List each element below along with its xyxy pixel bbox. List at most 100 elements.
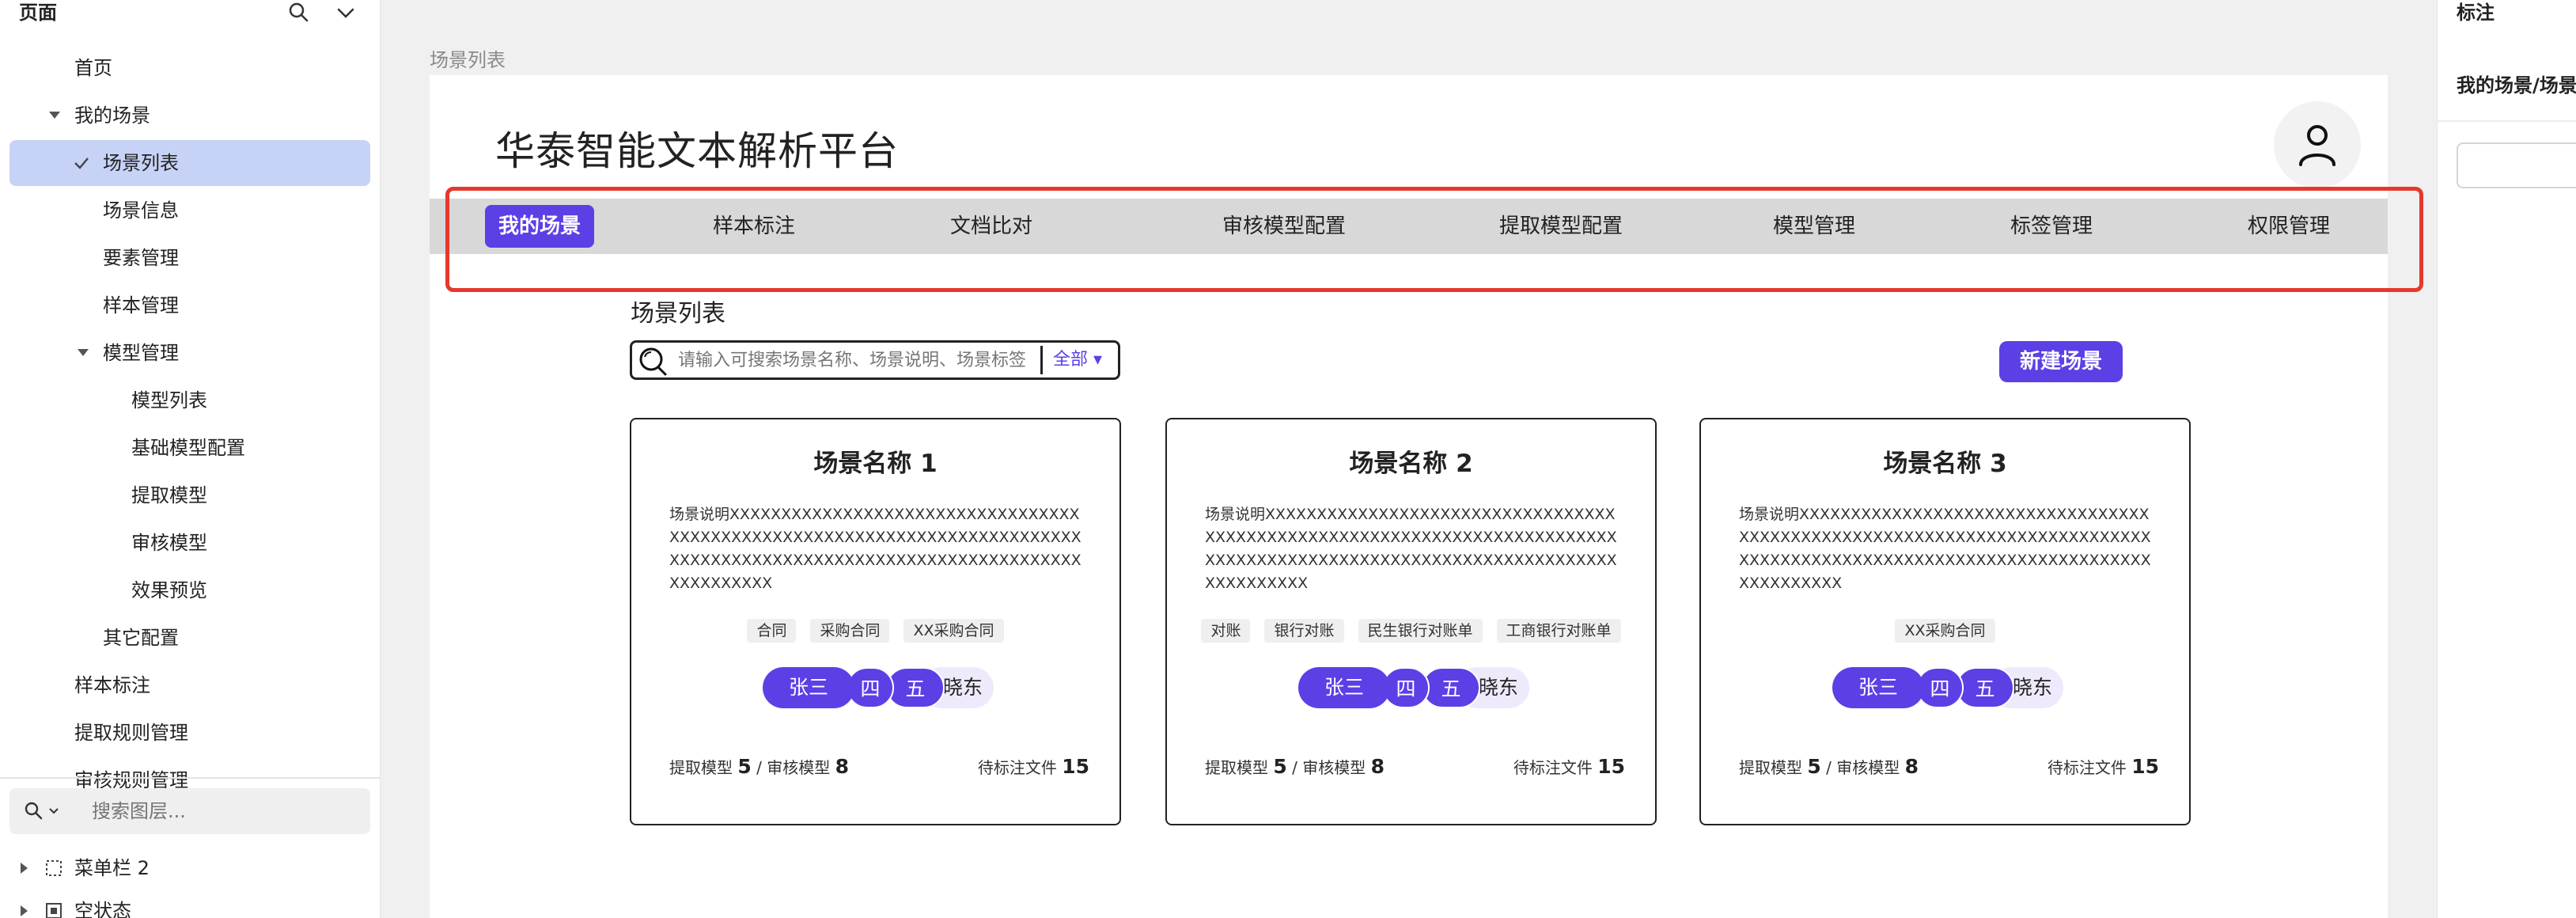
- page-tree-item-label: 场景信息: [103, 199, 179, 222]
- page-tree-item[interactable]: 要素管理: [9, 235, 370, 281]
- nav-tab-my-scenes[interactable]: 我的场景: [485, 205, 594, 248]
- scene-search-input[interactable]: [678, 343, 1026, 377]
- page-tree-item[interactable]: 提取规则管理: [9, 710, 370, 756]
- search-icon[interactable]: [286, 0, 310, 24]
- page-tree-item-label: 其它配置: [103, 627, 179, 649]
- scene-tag[interactable]: 对账: [1201, 619, 1251, 643]
- page-tree-item-label: 首页: [74, 57, 112, 79]
- pending-files-count: 15: [1597, 755, 1625, 778]
- nav-tab-review-model-config[interactable]: 审核模型配置: [1189, 205, 1379, 248]
- page-tree-item[interactable]: 提取模型: [9, 472, 370, 518]
- frame-label[interactable]: 场景列表: [430, 44, 506, 72]
- frame-icon: [46, 860, 62, 876]
- page-tree-item-label: 我的场景: [74, 104, 150, 127]
- nav-tab-doc-compare[interactable]: 文档比对: [936, 205, 1047, 248]
- search-filter-dropdown[interactable]: 全部 ▾: [1053, 343, 1102, 377]
- expand-triangle-icon[interactable]: [49, 112, 60, 119]
- review-model-label: / 审核模型: [1286, 758, 1366, 777]
- check-icon: [74, 157, 89, 169]
- member-avatar-group[interactable]: 晓东 五 四 张三: [1832, 667, 2063, 708]
- chevron-down-icon[interactable]: [47, 806, 60, 817]
- page-tree-item[interactable]: 首页: [9, 45, 370, 91]
- model-counts: 提取模型 5 / 审核模型 8: [669, 755, 849, 778]
- nav-tab-tag-management[interactable]: 标签管理: [1996, 205, 2107, 248]
- layer-label: 菜单栏 2: [74, 857, 150, 879]
- expand-triangle-icon[interactable]: [78, 349, 89, 356]
- component-icon: [46, 903, 62, 918]
- page-tree-item-label: 审核模型: [131, 532, 207, 554]
- pending-files-count: 15: [1062, 755, 1089, 778]
- member-avatar: 张三: [1832, 667, 1924, 708]
- nav-tab-sample-annotation[interactable]: 样本标注: [699, 205, 809, 248]
- scene-tag[interactable]: XX采购合同: [903, 619, 1004, 643]
- extract-model-count: 5: [737, 755, 752, 778]
- page-tree-item-label: 模型管理: [103, 342, 179, 364]
- nav-bar: 我的场景 样本标注 文档比对 审核模型配置 提取模型配置 模型管理 标签管理 权…: [430, 199, 2388, 254]
- review-model-count: 8: [835, 755, 849, 778]
- section-title: 场景列表: [631, 300, 725, 328]
- page-tree-item-label: 提取规则管理: [74, 722, 188, 744]
- annotation-input[interactable]: [2457, 142, 2576, 188]
- layer-row[interactable]: 空状态: [0, 890, 380, 918]
- scene-card[interactable]: 场景名称 1 场景说明XXXXXXXXXXXXXXXXXXXXXXXXXXXXX…: [630, 418, 1121, 825]
- page-tree-item[interactable]: 我的场景: [9, 93, 370, 138]
- layer-search-input[interactable]: [92, 788, 361, 834]
- chevron-down-icon[interactable]: [334, 2, 358, 25]
- page-tree-item[interactable]: 效果预览: [9, 567, 370, 613]
- scene-tag[interactable]: 民生银行对账单: [1358, 619, 1483, 643]
- extract-model-label: 提取模型: [1205, 758, 1268, 777]
- page-tree-item[interactable]: 审核模型: [9, 520, 370, 566]
- member-avatar: 五: [1956, 667, 2014, 708]
- pages-panel-title: 页面: [19, 2, 57, 24]
- panel-divider[interactable]: [0, 777, 380, 779]
- layer-search-box[interactable]: [9, 788, 370, 834]
- scene-card[interactable]: 场景名称 2 场景说明XXXXXXXXXXXXXXXXXXXXXXXXXXXXX…: [1165, 418, 1657, 825]
- scene-card-description: 场景说明XXXXXXXXXXXXXXXXXXXXXXXXXXXXXXXXXXXX…: [1205, 506, 1617, 592]
- artboard[interactable]: 华泰智能文本解析平台 我的场景 样本标注 文档比对 审核模型配置 提取模型配置 …: [430, 75, 2388, 918]
- page-tree-item[interactable]: 其它配置: [9, 615, 370, 661]
- scene-card-title: 场景名称 3: [1883, 450, 2007, 478]
- scene-tag[interactable]: XX采购合同: [1895, 619, 1995, 643]
- member-avatar-group[interactable]: 晓东 五 四 张三: [763, 667, 994, 708]
- page-tree-item[interactable]: 模型列表: [9, 377, 370, 423]
- layer-row[interactable]: 菜单栏 2: [0, 847, 380, 890]
- member-avatar: 五: [886, 667, 945, 708]
- nav-tab-extract-model-config[interactable]: 提取模型配置: [1466, 205, 1656, 248]
- pending-files: 待标注文件 15: [978, 755, 1089, 778]
- user-avatar[interactable]: [2274, 101, 2361, 188]
- page-tree-item[interactable]: 模型管理: [9, 330, 370, 376]
- pending-files-label: 待标注文件: [2047, 758, 2127, 777]
- page-tree-item[interactable]: 样本标注: [9, 662, 370, 708]
- scene-tag[interactable]: 银行对账: [1264, 619, 1344, 643]
- pages-panel: 页面 首页 我的场景 场景列表 场景信息 要素管理 样本管理 模型管理 模型列表…: [0, 0, 381, 918]
- review-model-count: 8: [1904, 755, 1919, 778]
- page-tree-item-label: 基础模型配置: [131, 437, 245, 459]
- scene-tag-row: XX采购合同: [1701, 619, 2189, 643]
- scene-tag[interactable]: 工商银行对账单: [1496, 619, 1621, 643]
- extract-model-count: 5: [1807, 755, 1821, 778]
- model-counts: 提取模型 5 / 审核模型 8: [1205, 755, 1385, 778]
- scene-search-box[interactable]: 全部 ▾: [630, 340, 1120, 380]
- nav-tab-permission-management[interactable]: 权限管理: [2233, 205, 2344, 248]
- page-tree-item[interactable]: 基础模型配置: [9, 425, 370, 471]
- page-tree-item[interactable]: 样本管理: [9, 283, 370, 328]
- nav-tab-model-management[interactable]: 模型管理: [1759, 205, 1869, 248]
- member-avatar-group[interactable]: 晓东 五 四 张三: [1298, 667, 1529, 708]
- page-tree-item[interactable]: 场景信息: [9, 188, 370, 233]
- annotation-panel: 标注 我的场景/场景列表: [2437, 0, 2576, 918]
- scene-card[interactable]: 场景名称 3 场景说明XXXXXXXXXXXXXXXXXXXXXXXXXXXXX…: [1699, 418, 2191, 825]
- scene-tag[interactable]: 采购合同: [810, 619, 890, 643]
- page-tree-item-label: 要素管理: [103, 247, 179, 269]
- annotation-path: 我的场景/场景列表: [2457, 74, 2576, 97]
- pending-files-count: 15: [2131, 755, 2159, 778]
- expand-caret-icon[interactable]: [21, 863, 28, 874]
- scene-card-description: 场景说明XXXXXXXXXXXXXXXXXXXXXXXXXXXXXXXXXXXX…: [1739, 506, 2151, 592]
- layer-label: 空状态: [74, 900, 131, 918]
- scene-card-description: 场景说明XXXXXXXXXXXXXXXXXXXXXXXXXXXXXXXXXXXX…: [669, 506, 1082, 592]
- scene-tag[interactable]: 合同: [747, 619, 797, 643]
- model-counts: 提取模型 5 / 审核模型 8: [1739, 755, 1919, 778]
- expand-caret-icon[interactable]: [21, 905, 28, 916]
- new-scene-button[interactable]: 新建场景: [1999, 341, 2123, 382]
- page-tree-item-selected[interactable]: 场景列表: [9, 140, 370, 186]
- page-tree-item-label: 场景列表: [103, 152, 179, 174]
